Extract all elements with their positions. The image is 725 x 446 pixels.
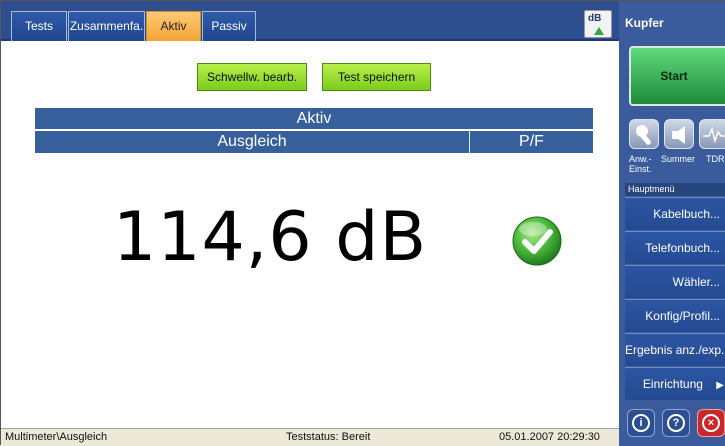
- main-menu-header: Hauptmenü: [625, 183, 725, 196]
- menu-item-config-profile[interactable]: Konfig/Profil...: [625, 299, 725, 332]
- status-bar: Multimeter\Ausgleich Teststatus: Bereit …: [1, 428, 619, 446]
- info-icon[interactable]: i: [627, 409, 655, 437]
- measurement-value: 114,6 dB: [113, 198, 428, 277]
- db-icon-label: dB: [588, 13, 602, 24]
- status-datetime: 05.01.2007 20:29:30: [499, 431, 600, 443]
- main-panel: Schwellw. bearb. Test speichern Aktiv Au…: [1, 43, 619, 428]
- triangle-icon: [594, 27, 604, 35]
- status-path: Multimeter\Ausgleich: [5, 431, 108, 443]
- tab-bar: Tests Zusammenfa. Aktiv Passiv dB: [1, 1, 619, 41]
- save-test-button[interactable]: Test speichern: [322, 63, 431, 91]
- tool-label-buzzer: Summer: [661, 154, 696, 164]
- status-test-state: Teststatus: Bereit: [286, 431, 371, 443]
- tdr-waveform-icon[interactable]: [699, 119, 725, 149]
- menu-item-setup-label: Einrichtung: [642, 377, 703, 391]
- tool-label-tdr: TDR: [706, 154, 725, 164]
- info-glyph: i: [632, 414, 650, 432]
- close-icon[interactable]: ×: [697, 409, 725, 437]
- tab-passive[interactable]: Passiv: [202, 11, 256, 41]
- menu-item-results-export[interactable]: Ergebnis anz./exp...: [625, 333, 725, 366]
- column-header-measurement: Ausgleich: [217, 133, 287, 150]
- results-table-header: Ausgleich P/F: [35, 131, 593, 153]
- speaker-icon[interactable]: [664, 119, 694, 149]
- db-level-icon[interactable]: dB: [584, 10, 612, 38]
- close-glyph: ×: [702, 414, 720, 432]
- column-header-pass-fail: P/F: [519, 133, 544, 150]
- right-sidebar: Kupfer Start Anw.- Einst. Summer TDR Hau…: [619, 1, 725, 446]
- help-glyph: ?: [667, 414, 685, 432]
- menu-item-setup[interactable]: Einrichtung ▶: [625, 367, 725, 400]
- wrench-icon[interactable]: [629, 119, 659, 149]
- edit-threshold-button[interactable]: Schwellw. bearb.: [197, 63, 307, 91]
- tab-summary[interactable]: Zusammenfa.: [68, 11, 145, 41]
- tool-label-settings-line2: Einst.: [629, 164, 652, 174]
- pass-check-icon: [512, 216, 562, 266]
- tab-tests[interactable]: Tests: [11, 11, 67, 41]
- menu-item-cable-book[interactable]: Kabelbuch...: [625, 197, 725, 230]
- chevron-right-icon: ▶: [716, 380, 724, 391]
- results-table-title: Aktiv: [35, 108, 593, 130]
- panel-title: Kupfer: [625, 16, 664, 30]
- tab-active[interactable]: Aktiv: [146, 11, 201, 41]
- menu-item-dialer[interactable]: Wähler...: [625, 265, 725, 298]
- app-window: Tests Zusammenfa. Aktiv Passiv dB Schwel…: [0, 0, 725, 446]
- start-button[interactable]: Start: [629, 46, 725, 106]
- menu-item-phone-book[interactable]: Telefonbuch...: [625, 231, 725, 264]
- help-icon[interactable]: ?: [662, 409, 690, 437]
- tool-label-settings-line1: Anw.-: [629, 154, 652, 164]
- tool-label-settings: Anw.- Einst.: [629, 154, 652, 174]
